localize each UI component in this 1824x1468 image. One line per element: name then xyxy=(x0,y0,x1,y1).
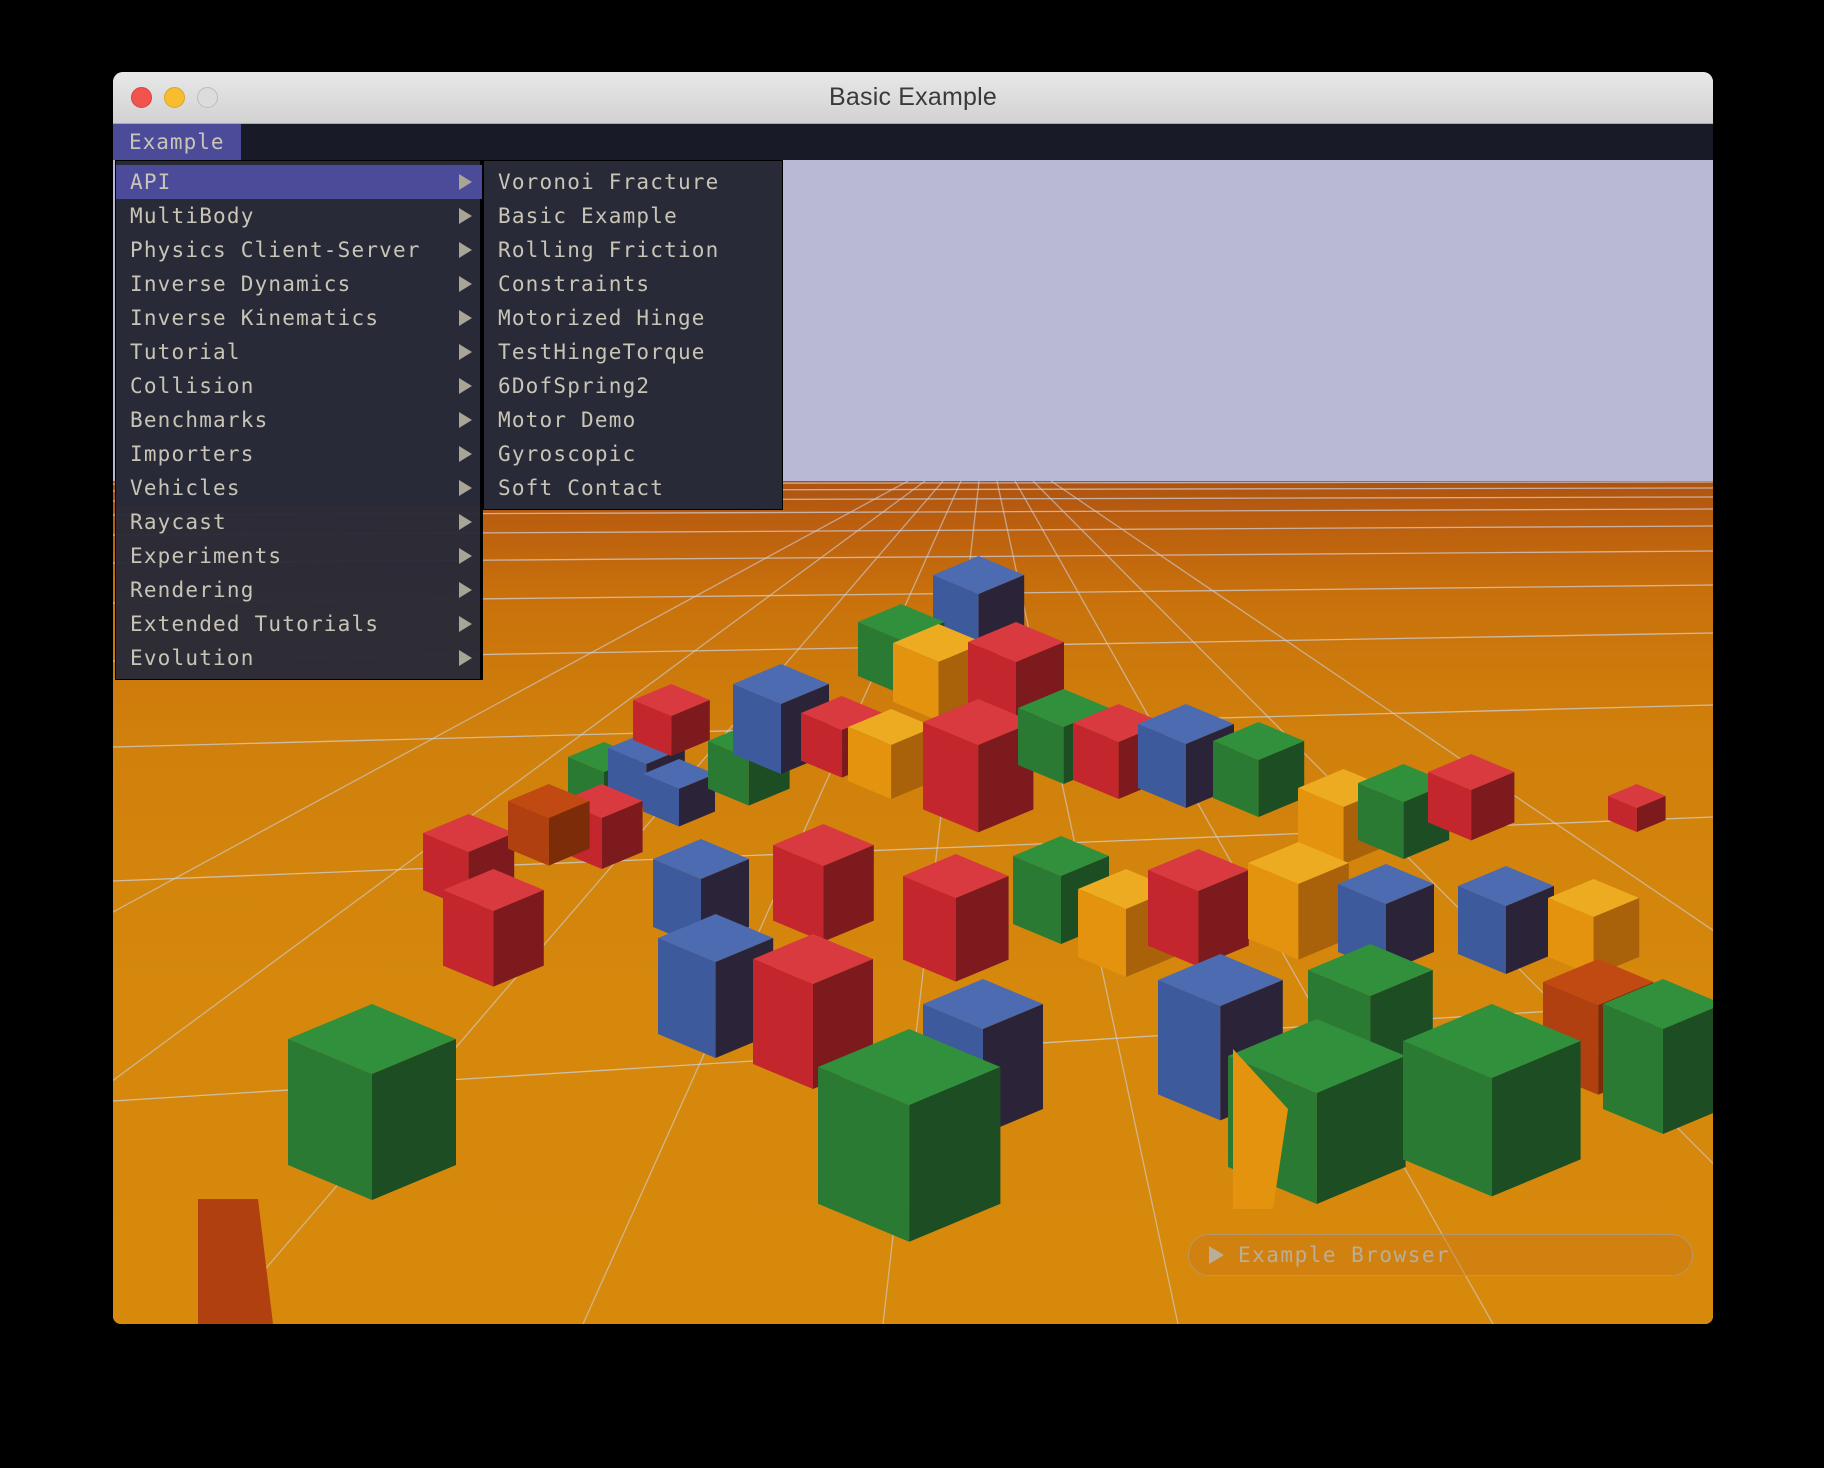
submenu-item-constraints[interactable]: Constraints xyxy=(484,267,782,301)
menu-sub-items: Voronoi Fracture Basic Example Rolling Fri… xyxy=(484,165,782,505)
submenu-item-basic-example[interactable]: Basic Example xyxy=(484,199,782,233)
submenu-item-label: TestHingeTorque xyxy=(498,340,706,364)
menu-item-label: Tutorial xyxy=(130,340,241,364)
menu-item-physics-client-server[interactable]: Physics Client-Server xyxy=(116,233,482,267)
menu-item-inverse-dynamics[interactable]: Inverse Dynamics xyxy=(116,267,482,301)
menu-item-api[interactable]: API xyxy=(116,165,482,199)
submenu-arrow-icon xyxy=(459,276,472,292)
close-button[interactable] xyxy=(131,87,152,108)
submenu-arrow-icon xyxy=(459,310,472,326)
play-triangle-icon xyxy=(1209,1246,1224,1264)
menu-item-label: API xyxy=(130,170,172,194)
menu-item-importers[interactable]: Importers xyxy=(116,437,482,471)
submenu-arrow-icon xyxy=(459,344,472,360)
submenu-arrow-icon xyxy=(459,480,472,496)
menu-item-evolution[interactable]: Evolution xyxy=(116,641,482,675)
application-window: Basic Example Example Browser Example AP… xyxy=(113,72,1713,1324)
submenu-item-label: 6DofSpring2 xyxy=(498,374,651,398)
menu-root-example[interactable]: Example xyxy=(113,124,241,160)
submenu-arrow-icon xyxy=(459,208,472,224)
submenu-api: Voronoi Fracture Basic Example Rolling Fri… xyxy=(483,160,783,510)
submenu-arrow-icon xyxy=(459,616,472,632)
submenu-item-label: Soft Contact xyxy=(498,476,665,500)
submenu-item-motor-demo[interactable]: Motor Demo xyxy=(484,403,782,437)
dropdown-menu-example: API MultiBody Physics Client-Server Inverse… xyxy=(115,160,483,680)
menu-item-label: Inverse Kinematics xyxy=(130,306,380,330)
menu-item-label: Raycast xyxy=(130,510,227,534)
submenu-item-label: Constraints xyxy=(498,272,651,296)
submenu-item-gyroscopic[interactable]: Gyroscopic xyxy=(484,437,782,471)
submenu-item-soft-contact[interactable]: Soft Contact xyxy=(484,471,782,505)
menu-item-raycast[interactable]: Raycast xyxy=(116,505,482,539)
menu-item-inverse-kinematics[interactable]: Inverse Kinematics xyxy=(116,301,482,335)
submenu-arrow-icon xyxy=(459,514,472,530)
submenu-item-label: Motorized Hinge xyxy=(498,306,706,330)
submenu-item-motorized-hinge[interactable]: Motorized Hinge xyxy=(484,301,782,335)
menu-item-label: Extended Tutorials xyxy=(130,612,380,636)
menu-main-items: API MultiBody Physics Client-Server Inverse… xyxy=(116,165,482,675)
menu-item-label: Inverse Dynamics xyxy=(130,272,352,296)
menu-item-label: Collision xyxy=(130,374,255,398)
zoom-button[interactable] xyxy=(197,87,218,108)
submenu-item-voronoi-fracture[interactable]: Voronoi Fracture xyxy=(484,165,782,199)
submenu-arrow-icon xyxy=(459,650,472,666)
submenu-item-label: Motor Demo xyxy=(498,408,637,432)
menu-item-label: MultiBody xyxy=(130,204,255,228)
submenu-item-label: Voronoi Fracture xyxy=(498,170,720,194)
submenu-arrow-icon xyxy=(459,378,472,394)
menu-item-multibody[interactable]: MultiBody xyxy=(116,199,482,233)
menu-item-collision[interactable]: Collision xyxy=(116,369,482,403)
menu-item-label: Experiments xyxy=(130,544,283,568)
menu-item-benchmarks[interactable]: Benchmarks xyxy=(116,403,482,437)
menu-item-experiments[interactable]: Experiments xyxy=(116,539,482,573)
example-browser-label: Example Browser xyxy=(1238,1243,1451,1267)
submenu-item-6dofspring2[interactable]: 6DofSpring2 xyxy=(484,369,782,403)
traffic-light-group xyxy=(131,87,218,108)
menu-item-tutorial[interactable]: Tutorial xyxy=(116,335,482,369)
menu-item-extended-tutorials[interactable]: Extended Tutorials xyxy=(116,607,482,641)
submenu-arrow-icon xyxy=(459,582,472,598)
submenu-item-testhingetorque[interactable]: TestHingeTorque xyxy=(484,335,782,369)
submenu-arrow-icon xyxy=(459,446,472,462)
submenu-arrow-icon xyxy=(459,242,472,258)
menu-root-label: Example xyxy=(129,130,225,154)
submenu-arrow-icon xyxy=(459,174,472,190)
submenu-item-rolling-friction[interactable]: Rolling Friction xyxy=(484,233,782,267)
submenu-item-label: Basic Example xyxy=(498,204,678,228)
submenu-arrow-icon xyxy=(459,412,472,428)
menu-item-rendering[interactable]: Rendering xyxy=(116,573,482,607)
menu-item-label: Importers xyxy=(130,442,255,466)
example-browser-button[interactable]: Example Browser xyxy=(1188,1234,1693,1276)
menu-item-label: Benchmarks xyxy=(130,408,269,432)
menu-item-label: Rendering xyxy=(130,578,255,602)
menu-item-vehicles[interactable]: Vehicles xyxy=(116,471,482,505)
submenu-item-label: Gyroscopic xyxy=(498,442,637,466)
submenu-arrow-icon xyxy=(459,548,472,564)
window-titlebar: Basic Example xyxy=(113,72,1713,124)
menu-item-label: Evolution xyxy=(130,646,255,670)
submenu-item-label: Rolling Friction xyxy=(498,238,720,262)
menu-item-label: Vehicles xyxy=(130,476,241,500)
minimize-button[interactable] xyxy=(164,87,185,108)
menu-item-label: Physics Client-Server xyxy=(130,238,421,262)
window-title: Basic Example xyxy=(829,83,997,111)
menu-bar: Example xyxy=(113,124,1713,160)
